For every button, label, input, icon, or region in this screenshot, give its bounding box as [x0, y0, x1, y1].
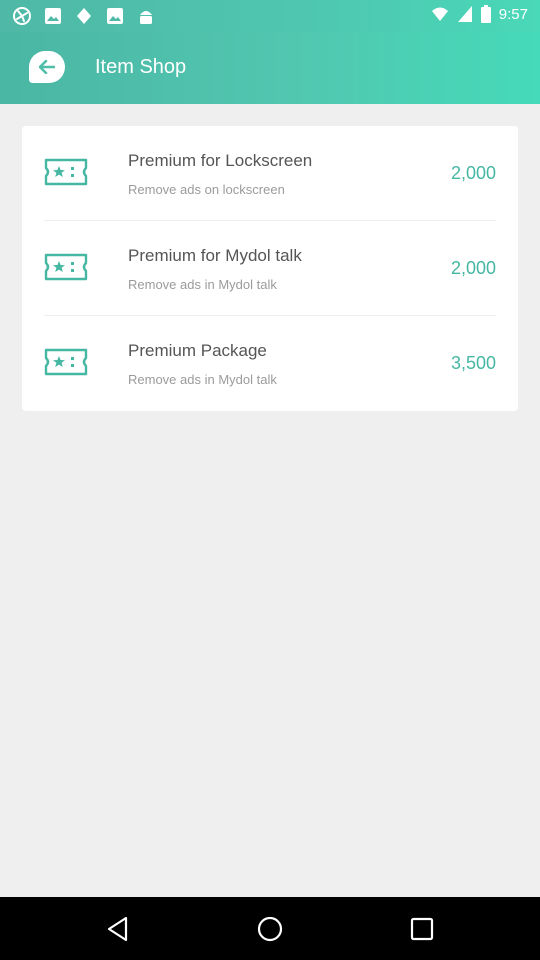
android-icon	[140, 11, 152, 24]
image-icon	[45, 8, 61, 24]
item-title: Premium Package	[128, 341, 267, 360]
back-triangle-icon[interactable]	[104, 915, 132, 943]
app-bar: Item Shop	[0, 32, 540, 104]
shop-item-mydol-talk[interactable]: Premium for Mydol talk Remove ads in Myd…	[44, 221, 496, 316]
signal-icon	[457, 6, 472, 22]
item-price[interactable]: 2,000	[451, 258, 496, 279]
arrow-left-icon	[39, 60, 55, 74]
item-subtitle: Remove ads on lockscreen	[128, 182, 285, 197]
clock: 9:57	[498, 5, 528, 23]
home-circle-icon[interactable]	[256, 915, 284, 943]
notification-icons	[12, 6, 156, 26]
wifi-icon	[431, 7, 448, 21]
item-subtitle: Remove ads in Mydol talk	[128, 277, 277, 292]
item-price[interactable]: 3,500	[451, 353, 496, 374]
item-title: Premium for Lockscreen	[128, 151, 313, 170]
ticket-icon	[44, 253, 88, 281]
ticket-icon	[44, 348, 88, 376]
item-title: Premium for Mydol talk	[128, 246, 302, 265]
status-bar: 9:57	[0, 0, 540, 32]
page-title: Item Shop	[95, 56, 187, 78]
item-subtitle: Remove ads in Mydol talk	[128, 372, 277, 387]
item-price[interactable]: 2,000	[451, 163, 496, 184]
pinwheel-icon	[13, 7, 31, 25]
shop-item-lockscreen[interactable]: Premium for Lockscreen Remove ads on loc…	[44, 126, 496, 221]
shop-item-premium-package[interactable]: Premium Package Remove ads in Mydol talk…	[44, 316, 496, 411]
navigation-bar	[0, 897, 540, 960]
battery-icon	[480, 5, 491, 23]
item-list-card: Premium for Lockscreen Remove ads on loc…	[22, 126, 518, 411]
bag-icon	[77, 8, 91, 24]
image-icon	[107, 8, 123, 24]
recents-square-icon[interactable]	[408, 915, 436, 943]
back-button[interactable]	[29, 51, 65, 83]
ticket-icon	[44, 158, 88, 186]
system-status: 9:57	[431, 5, 528, 23]
